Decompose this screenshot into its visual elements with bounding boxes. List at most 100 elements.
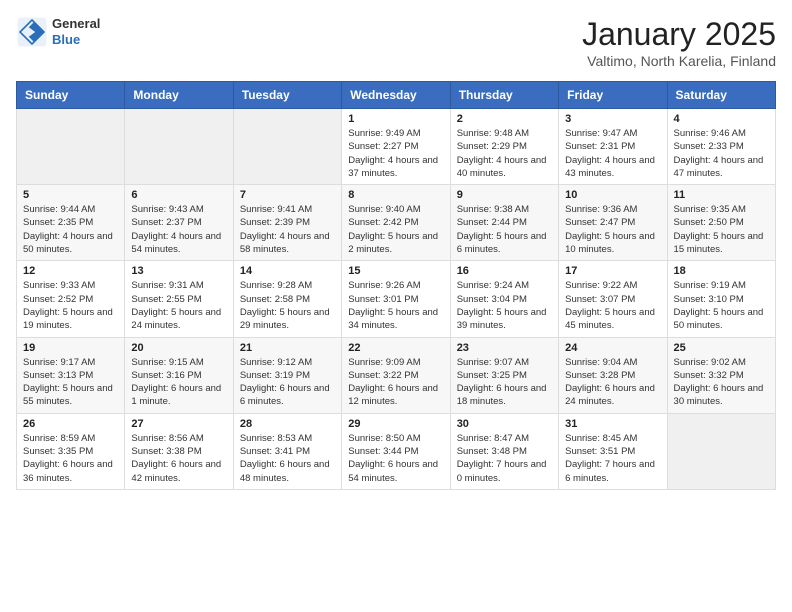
calendar-cell: 15Sunrise: 9:26 AM Sunset: 3:01 PM Dayli…	[342, 261, 450, 337]
day-info: Sunrise: 9:46 AM Sunset: 2:33 PM Dayligh…	[674, 127, 769, 180]
day-info: Sunrise: 9:33 AM Sunset: 2:52 PM Dayligh…	[23, 279, 118, 332]
day-info: Sunrise: 9:24 AM Sunset: 3:04 PM Dayligh…	[457, 279, 552, 332]
calendar-cell: 19 Sunrise: 9:17 AM Sunset: 3:13 PM Dayli…	[17, 337, 125, 413]
day-info: Sunrise: 9:36 AM Sunset: 2:47 PM Dayligh…	[565, 203, 660, 256]
day-info: Sunrise: 9:17 AM Sunset: 3:13 PM Dayligh…	[23, 356, 118, 409]
calendar-cell: 11Sunrise: 9:35 AM Sunset: 2:50 PM Dayli…	[667, 185, 775, 261]
calendar-week-row: 19 Sunrise: 9:17 AM Sunset: 3:13 PM Dayli…	[17, 337, 776, 413]
day-info: Sunrise: 8:47 AM Sunset: 3:48 PM Dayligh…	[457, 432, 552, 485]
location: Valtimo, North Karelia, Finland	[582, 53, 776, 69]
day-number: 26	[23, 418, 118, 430]
day-number: 18	[674, 265, 769, 277]
calendar-cell: 21 Sunrise: 9:12 AM Sunset: 3:19 PM Dayli…	[233, 337, 341, 413]
calendar-cell: 23 Sunrise: 9:07 AM Sunset: 3:25 PM Dayli…	[450, 337, 558, 413]
calendar-cell: 3 Sunrise: 9:47 AM Sunset: 2:31 PM Daylig…	[559, 109, 667, 185]
day-info: Sunrise: 9:04 AM Sunset: 3:28 PM Dayligh…	[565, 356, 660, 409]
logo-blue-text: Blue	[52, 32, 100, 48]
day-number: 9	[457, 189, 552, 201]
weekday-header: Friday	[559, 82, 667, 109]
day-info: Sunrise: 8:59 AM Sunset: 3:35 PM Dayligh…	[23, 432, 118, 485]
logo-icon	[16, 16, 48, 48]
logo-text: General Blue	[52, 16, 100, 47]
day-number: 28	[240, 418, 335, 430]
weekday-header: Tuesday	[233, 82, 341, 109]
calendar-cell: 9Sunrise: 9:38 AM Sunset: 2:44 PM Daylig…	[450, 185, 558, 261]
calendar-cell: 28 Sunrise: 8:53 AM Sunset: 3:41 PM Dayli…	[233, 413, 341, 489]
calendar-cell: 16Sunrise: 9:24 AM Sunset: 3:04 PM Dayli…	[450, 261, 558, 337]
calendar-cell	[233, 109, 341, 185]
day-number: 13	[131, 265, 226, 277]
weekday-header: Saturday	[667, 82, 775, 109]
calendar-cell: 1 Sunrise: 9:49 AM Sunset: 2:27 PM Daylig…	[342, 109, 450, 185]
calendar-table: SundayMondayTuesdayWednesdayThursdayFrid…	[16, 81, 776, 490]
day-number: 3	[565, 113, 660, 125]
calendar-cell: 6 Sunrise: 9:43 AM Sunset: 2:37 PM Daylig…	[125, 185, 233, 261]
calendar-cell: 22Sunrise: 9:09 AM Sunset: 3:22 PM Dayli…	[342, 337, 450, 413]
day-number: 21	[240, 342, 335, 354]
weekday-header: Monday	[125, 82, 233, 109]
day-info: Sunrise: 9:49 AM Sunset: 2:27 PM Dayligh…	[348, 127, 443, 180]
day-info: Sunrise: 9:48 AM Sunset: 2:29 PM Dayligh…	[457, 127, 552, 180]
day-info: Sunrise: 9:43 AM Sunset: 2:37 PM Dayligh…	[131, 203, 226, 256]
day-number: 2	[457, 113, 552, 125]
weekday-header: Wednesday	[342, 82, 450, 109]
day-number: 31	[565, 418, 660, 430]
calendar-cell: 2 Sunrise: 9:48 AM Sunset: 2:29 PM Daylig…	[450, 109, 558, 185]
page-header: General Blue January 2025 Valtimo, North…	[16, 16, 776, 69]
day-info: Sunrise: 9:31 AM Sunset: 2:55 PM Dayligh…	[131, 279, 226, 332]
day-number: 1	[348, 113, 443, 125]
day-number: 30	[457, 418, 552, 430]
day-info: Sunrise: 8:53 AM Sunset: 3:41 PM Dayligh…	[240, 432, 335, 485]
calendar-cell: 20Sunrise: 9:15 AM Sunset: 3:16 PM Dayli…	[125, 337, 233, 413]
day-number: 5	[23, 189, 118, 201]
day-info: Sunrise: 9:41 AM Sunset: 2:39 PM Dayligh…	[240, 203, 335, 256]
day-number: 6	[131, 189, 226, 201]
day-info: Sunrise: 9:28 AM Sunset: 2:58 PM Dayligh…	[240, 279, 335, 332]
day-number: 4	[674, 113, 769, 125]
day-number: 25	[674, 342, 769, 354]
day-number: 24	[565, 342, 660, 354]
calendar-cell: 8Sunrise: 9:40 AM Sunset: 2:42 PM Daylig…	[342, 185, 450, 261]
day-info: Sunrise: 9:07 AM Sunset: 3:25 PM Dayligh…	[457, 356, 552, 409]
day-number: 20	[131, 342, 226, 354]
day-number: 7	[240, 189, 335, 201]
calendar-week-row: 5Sunrise: 9:44 AM Sunset: 2:35 PM Daylig…	[17, 185, 776, 261]
day-info: Sunrise: 8:50 AM Sunset: 3:44 PM Dayligh…	[348, 432, 443, 485]
day-info: Sunrise: 8:56 AM Sunset: 3:38 PM Dayligh…	[131, 432, 226, 485]
calendar-cell: 26 Sunrise: 8:59 AM Sunset: 3:35 PM Dayli…	[17, 413, 125, 489]
calendar-cell: 31 Sunrise: 8:45 AM Sunset: 3:51 PM Dayli…	[559, 413, 667, 489]
day-info: Sunrise: 9:19 AM Sunset: 3:10 PM Dayligh…	[674, 279, 769, 332]
calendar-cell	[125, 109, 233, 185]
day-number: 19	[23, 342, 118, 354]
day-number: 29	[348, 418, 443, 430]
calendar-cell: 18 Sunrise: 9:19 AM Sunset: 3:10 PM Dayli…	[667, 261, 775, 337]
calendar-cell: 4 Sunrise: 9:46 AM Sunset: 2:33 PM Daylig…	[667, 109, 775, 185]
logo: General Blue	[16, 16, 100, 48]
day-number: 27	[131, 418, 226, 430]
calendar-cell: 24 Sunrise: 9:04 AM Sunset: 3:28 PM Dayli…	[559, 337, 667, 413]
calendar-cell: 12 Sunrise: 9:33 AM Sunset: 2:52 PM Dayli…	[17, 261, 125, 337]
day-info: Sunrise: 9:40 AM Sunset: 2:42 PM Dayligh…	[348, 203, 443, 256]
calendar-cell: 30 Sunrise: 8:47 AM Sunset: 3:48 PM Dayli…	[450, 413, 558, 489]
calendar-cell: 14Sunrise: 9:28 AM Sunset: 2:58 PM Dayli…	[233, 261, 341, 337]
logo-general-text: General	[52, 16, 100, 32]
month-title: January 2025	[582, 16, 776, 53]
calendar-cell: 27 Sunrise: 8:56 AM Sunset: 3:38 PM Dayli…	[125, 413, 233, 489]
calendar-cell: 5Sunrise: 9:44 AM Sunset: 2:35 PM Daylig…	[17, 185, 125, 261]
calendar-week-row: 12 Sunrise: 9:33 AM Sunset: 2:52 PM Dayli…	[17, 261, 776, 337]
calendar-cell	[667, 413, 775, 489]
day-info: Sunrise: 9:12 AM Sunset: 3:19 PM Dayligh…	[240, 356, 335, 409]
calendar-cell: 17Sunrise: 9:22 AM Sunset: 3:07 PM Dayli…	[559, 261, 667, 337]
day-info: Sunrise: 9:47 AM Sunset: 2:31 PM Dayligh…	[565, 127, 660, 180]
weekday-header: Sunday	[17, 82, 125, 109]
calendar-week-row: 1 Sunrise: 9:49 AM Sunset: 2:27 PM Daylig…	[17, 109, 776, 185]
title-block: January 2025 Valtimo, North Karelia, Fin…	[582, 16, 776, 69]
day-number: 23	[457, 342, 552, 354]
calendar-cell: 25Sunrise: 9:02 AM Sunset: 3:32 PM Dayli…	[667, 337, 775, 413]
day-number: 12	[23, 265, 118, 277]
day-info: Sunrise: 8:45 AM Sunset: 3:51 PM Dayligh…	[565, 432, 660, 485]
calendar-cell: 7 Sunrise: 9:41 AM Sunset: 2:39 PM Daylig…	[233, 185, 341, 261]
calendar-cell	[17, 109, 125, 185]
calendar-week-row: 26 Sunrise: 8:59 AM Sunset: 3:35 PM Dayli…	[17, 413, 776, 489]
day-info: Sunrise: 9:09 AM Sunset: 3:22 PM Dayligh…	[348, 356, 443, 409]
